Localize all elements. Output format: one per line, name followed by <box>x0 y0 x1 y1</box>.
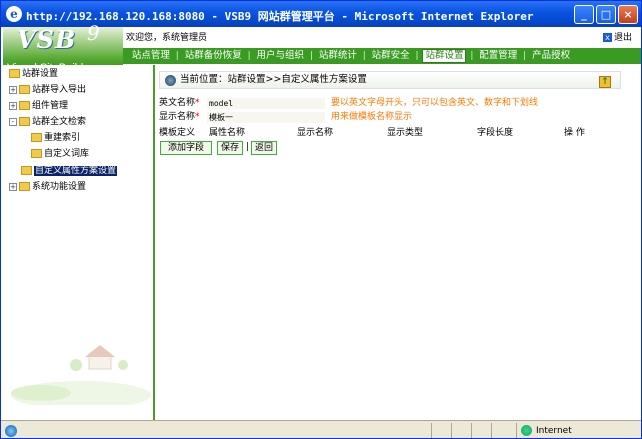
logout-icon: x <box>603 33 612 42</box>
display-name-input[interactable]: 模板一 <box>206 111 326 124</box>
nav-item-config[interactable]: 配置管理 <box>477 48 519 64</box>
logo-text: VSB <box>17 25 77 54</box>
nav-separator: | <box>175 51 179 61</box>
folder-icon <box>31 149 42 158</box>
minimize-button[interactable]: _ <box>574 5 594 24</box>
nav-item-users-orgs[interactable]: 用户与组织 <box>255 48 307 64</box>
tree-item-label: 自定义属性方案设置 <box>34 166 118 176</box>
tree-item-fulltext-search[interactable]: - 站群全文检索 <box>9 115 86 129</box>
globe-icon <box>521 425 532 436</box>
expand-icon[interactable]: + <box>9 101 17 110</box>
tree-item-label: 站群全文检索 <box>32 117 87 127</box>
folder-icon <box>19 117 30 126</box>
field-label: 英文名称* <box>159 97 204 110</box>
expand-icon[interactable]: + <box>9 182 17 191</box>
zone-label: Internet <box>536 426 572 436</box>
welcome-text: 欢迎您，系统管理员 <box>126 33 208 43</box>
column-header: 操 作 <box>564 128 585 138</box>
nav-item-license[interactable]: 产品授权 <box>530 48 572 64</box>
main-panel: 当前位置：站群设置>>自定义属性方案设置 ↑ 英文名称* model 要以英文字… <box>157 65 641 420</box>
label-text: 显示名称 <box>159 112 196 122</box>
nav-item-backup-restore[interactable]: 站群备份恢复 <box>183 48 244 64</box>
tree-item-custom-dictionary[interactable]: 自定义词库 <box>31 147 89 161</box>
status-divider <box>516 423 517 438</box>
column-header: 属性名称 <box>209 128 246 138</box>
label-text: 英文名称 <box>159 98 196 108</box>
security-zone: Internet <box>521 425 572 437</box>
field-label: 显示名称* <box>159 111 204 124</box>
folder-icon <box>21 166 32 175</box>
logo-number: 9 <box>87 21 100 45</box>
window-title: http://192.168.120.168:8080 - VSB9 网站群管理… <box>26 10 534 23</box>
tree-item-system-settings[interactable]: + 系统功能设置 <box>9 180 86 194</box>
decorative-house-image <box>11 345 151 405</box>
tree-item-label: 重建索引 <box>44 133 81 143</box>
save-button[interactable]: 保存 <box>217 141 243 155</box>
logout-link[interactable]: x 退出 <box>603 30 632 43</box>
tree-item-custom-attribute-scheme[interactable]: 自定义属性方案设置 <box>21 164 118 178</box>
tree-root-label: 站群设置 <box>22 69 59 79</box>
column-header: 显示类型 <box>387 128 424 138</box>
nav-item-settings[interactable]: 站群设置 <box>422 49 467 63</box>
nav-separator: | <box>523 51 527 61</box>
english-name-input[interactable]: model <box>206 97 326 110</box>
back-button[interactable]: 返回 <box>251 141 277 155</box>
tree-item-components[interactable]: + 组件管理 <box>9 99 68 113</box>
tree-item-label: 站群导入导出 <box>32 85 87 95</box>
folder-icon <box>9 69 20 78</box>
field-display-name: 显示名称* 模板一 用来做模板名称显示 <box>159 111 639 124</box>
nav-separator: | <box>470 51 474 61</box>
folder-icon <box>19 85 30 94</box>
column-header: 模板定义 <box>159 128 196 138</box>
logout-label: 退出 <box>614 33 633 43</box>
sidebar-tree: 站群设置 + 站群导入导出 + 组件管理 - 站群全文检索 重建索引 自定义词库 自定… <box>1 65 155 420</box>
tree-item-label: 组件管理 <box>32 101 69 111</box>
ie-icon: e <box>6 6 22 22</box>
nav-item-security[interactable]: 站群安全 <box>370 48 412 64</box>
status-divider <box>431 423 432 438</box>
status-divider <box>471 423 472 438</box>
status-divider <box>451 423 452 438</box>
top-nav: 站点管理 | 站群备份恢复 | 用户与组织 | 站群统计 | 站群安全 | 站群… <box>123 48 641 64</box>
tree-item-label: 系统功能设置 <box>32 182 87 192</box>
add-field-button[interactable]: 添加字段 <box>160 141 212 155</box>
nav-separator: | <box>247 51 251 61</box>
required-mark: * <box>195 112 200 122</box>
nav-separator: | <box>362 51 366 61</box>
status-divider <box>491 423 492 438</box>
tree-root[interactable]: 站群设置 <box>9 67 58 81</box>
breadcrumb-text: 当前位置：站群设置>>自定义属性方案设置 <box>180 74 367 85</box>
location-icon <box>165 75 176 86</box>
up-icon[interactable]: ↑ <box>599 76 611 88</box>
button-divider: | <box>246 142 250 152</box>
folder-icon <box>31 133 42 142</box>
field-hint: 用来做模板名称显示 <box>331 112 413 122</box>
tree-item-label: 自定义词库 <box>44 149 90 159</box>
nav-separator: | <box>415 51 419 61</box>
nav-separator: | <box>309 51 313 61</box>
nav-item-site-management[interactable]: 站点管理 <box>130 48 172 64</box>
column-header: 显示名称 <box>297 128 334 138</box>
collapse-icon[interactable]: - <box>9 117 17 126</box>
maximize-button[interactable]: □ <box>596 5 616 24</box>
browser-window: e http://192.168.120.168:8080 - VSB9 网站群… <box>0 0 642 439</box>
folder-icon <box>19 182 30 191</box>
breadcrumb: 当前位置：站群设置>>自定义属性方案设置 <box>159 71 621 89</box>
folder-icon <box>19 101 30 110</box>
close-button[interactable]: × <box>618 5 638 24</box>
field-english-name: 英文名称* model 要以英文字母开头，只可以包含英文、数字和下划线 <box>159 97 639 110</box>
expand-icon[interactable]: + <box>9 85 17 94</box>
page-done-icon <box>5 425 17 437</box>
tree-item-rebuild-index[interactable]: 重建索引 <box>31 131 80 145</box>
nav-item-statistics[interactable]: 站群统计 <box>317 48 359 64</box>
column-header: 字段长度 <box>477 128 514 138</box>
field-hint: 要以英文字母开头，只可以包含英文、数字和下划线 <box>331 98 539 108</box>
tree-item-import-export[interactable]: + 站群导入导出 <box>9 83 86 97</box>
status-bar: Internet <box>1 420 641 438</box>
table-header: 模板定义 属性名称 显示名称 显示类型 字段长度 操 作 <box>159 127 621 139</box>
required-mark: * <box>195 98 200 108</box>
